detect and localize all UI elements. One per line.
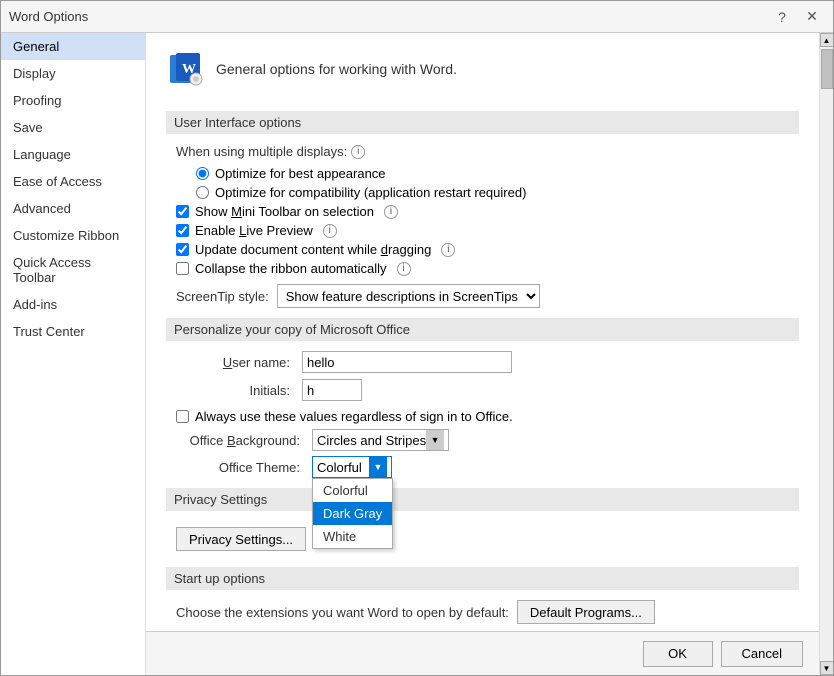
sidebar-item-save[interactable]: Save [1,114,145,141]
check-always-use: Always use these values regardless of si… [176,409,799,424]
update-dragging-info-icon: i [441,243,455,257]
username-input[interactable] [302,351,512,373]
always-use-label: Always use these values regardless of si… [195,409,513,424]
privacy-settings-button[interactable]: Privacy Settings... [176,527,306,551]
startup-section-header: Start up options [166,567,799,590]
theme-dropdown-wrapper: Colorful ▼ Colorful Dark Gray White [312,456,392,478]
sidebar-item-display[interactable]: Display [1,60,145,87]
ok-button[interactable]: OK [643,641,713,667]
screentip-select[interactable]: Show feature descriptions in ScreenTips [277,284,540,308]
radio-best-appearance-label: Optimize for best appearance [215,166,386,181]
privacy-section-header: Privacy Settings [166,488,799,511]
collapse-ribbon-info-icon: i [397,262,411,276]
initials-label: Initials: [176,383,296,398]
scrollbar-up-button[interactable]: ▲ [820,33,834,47]
update-dragging-label: Update document content while dragging [195,242,431,257]
theme-row: Office Theme: Colorful ▼ Colorful Dark G… [176,456,799,478]
sidebar-item-language[interactable]: Language [1,141,145,168]
sidebar: General Display Proofing Save Language E… [1,33,146,675]
ui-options-section-header: User Interface options [166,111,799,134]
theme-label: Office Theme: [176,460,306,475]
sidebar-item-trust-center[interactable]: Trust Center [1,318,145,345]
main-panel: W General options for working with Word.… [146,33,819,675]
live-preview-checkbox[interactable] [176,224,189,237]
check-mini-toolbar: Show Mini Toolbar on selection i [176,204,799,219]
scrollbar-down-button[interactable]: ▼ [820,661,834,675]
username-label: User name: [176,355,296,370]
person-grid: User name: Initials: [176,351,799,401]
initials-input[interactable] [302,379,362,401]
theme-dropdown-menu: Colorful Dark Gray White [312,478,393,549]
mini-toolbar-checkbox[interactable] [176,205,189,218]
default-programs-button[interactable]: Default Programs... [517,600,655,624]
sidebar-item-proofing[interactable]: Proofing [1,87,145,114]
sidebar-item-ease-of-access[interactable]: Ease of Access [1,168,145,195]
startup-content: Choose the extensions you want Word to o… [166,600,799,631]
bg-dropdown-value: Circles and Stripes [317,433,426,448]
mini-toolbar-info-icon: i [384,205,398,219]
title-bar: Word Options ? ✕ [1,1,833,33]
word-icon: W [166,49,206,89]
sidebar-item-general[interactable]: General [1,33,145,60]
theme-dropdown-value: Colorful [317,460,369,475]
theme-dropdown-arrow-icon: ▼ [369,457,387,477]
theme-option-colorful[interactable]: Colorful [313,479,392,502]
scrollbar: ▲ ▼ [819,33,833,675]
multiple-displays-info-icon: i [351,145,365,159]
multiple-displays-label: When using multiple displays: i [176,144,799,159]
live-preview-label: Enable Live Preview [195,223,313,238]
help-button[interactable]: ? [769,6,795,28]
mini-toolbar-label: Show Mini Toolbar on selection [195,204,374,219]
live-preview-info-icon: i [323,224,337,238]
radio-optimize-compatibility: Optimize for compatibility (application … [196,185,799,200]
bg-dropdown[interactable]: Circles and Stripes ▼ [312,429,449,451]
main-scroll-area: W General options for working with Word.… [146,33,819,631]
bg-dropdown-arrow-icon: ▼ [426,430,444,450]
radio-compatibility-label: Optimize for compatibility (application … [215,185,526,200]
panel-title: General options for working with Word. [216,61,457,77]
radio-optimize-appearance: Optimize for best appearance [196,166,799,181]
screentip-label: ScreenTip style: [176,289,269,304]
footer: OK Cancel [146,631,819,675]
sidebar-item-add-ins[interactable]: Add-ins [1,291,145,318]
bg-dropdown-wrapper: Circles and Stripes ▼ [312,429,449,451]
extensions-label: Choose the extensions you want Word to o… [176,605,509,620]
scrollbar-thumb[interactable] [821,49,833,89]
radio-compatibility-input[interactable] [196,186,209,199]
privacy-content: Privacy Settings... [166,521,799,557]
update-dragging-checkbox[interactable] [176,243,189,256]
radio-best-appearance-input[interactable] [196,167,209,180]
check-live-preview: Enable Live Preview i [176,223,799,238]
personalize-section-header: Personalize your copy of Microsoft Offic… [166,318,799,341]
collapse-ribbon-label: Collapse the ribbon automatically [195,261,387,276]
window-title: Word Options [9,9,769,24]
theme-option-white[interactable]: White [313,525,392,548]
startup-extensions-row: Choose the extensions you want Word to o… [176,600,799,624]
theme-dropdown[interactable]: Colorful ▼ [312,456,392,478]
word-options-window: Word Options ? ✕ General Display Proofin… [0,0,834,676]
sidebar-item-customize-ribbon[interactable]: Customize Ribbon [1,222,145,249]
collapse-ribbon-checkbox[interactable] [176,262,189,275]
title-bar-controls: ? ✕ [769,6,825,28]
theme-option-dark-gray[interactable]: Dark Gray [313,502,392,525]
bg-row: Office Background: Circles and Stripes ▼ [176,429,799,451]
bg-label: Office Background: [176,433,306,448]
check-update-dragging: Update document content while dragging i [176,242,799,257]
check-collapse-ribbon: Collapse the ribbon automatically i [176,261,799,276]
content-area: General Display Proofing Save Language E… [1,33,833,675]
screentip-row: ScreenTip style: Show feature descriptio… [176,284,799,308]
panel-header: W General options for working with Word. [166,49,799,97]
close-button[interactable]: ✕ [799,6,825,28]
sidebar-item-quick-access-toolbar[interactable]: Quick Access Toolbar [1,249,145,291]
sidebar-item-advanced[interactable]: Advanced [1,195,145,222]
always-use-checkbox[interactable] [176,410,189,423]
cancel-button[interactable]: Cancel [721,641,803,667]
